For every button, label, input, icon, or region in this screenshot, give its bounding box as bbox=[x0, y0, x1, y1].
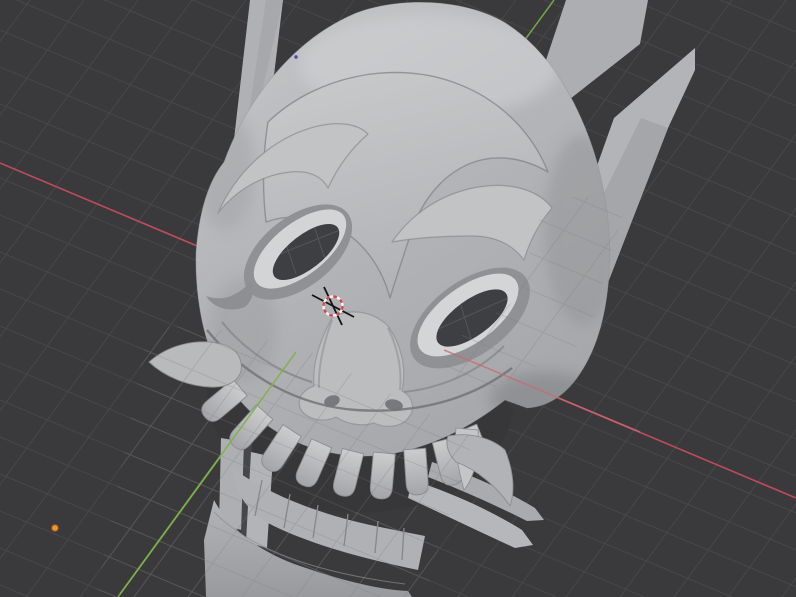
tooth bbox=[403, 447, 429, 496]
secondary-origin-dot bbox=[294, 55, 298, 59]
blender-3d-viewport[interactable] bbox=[0, 0, 796, 597]
object-origin-dot bbox=[51, 524, 59, 532]
tooth bbox=[369, 451, 396, 500]
